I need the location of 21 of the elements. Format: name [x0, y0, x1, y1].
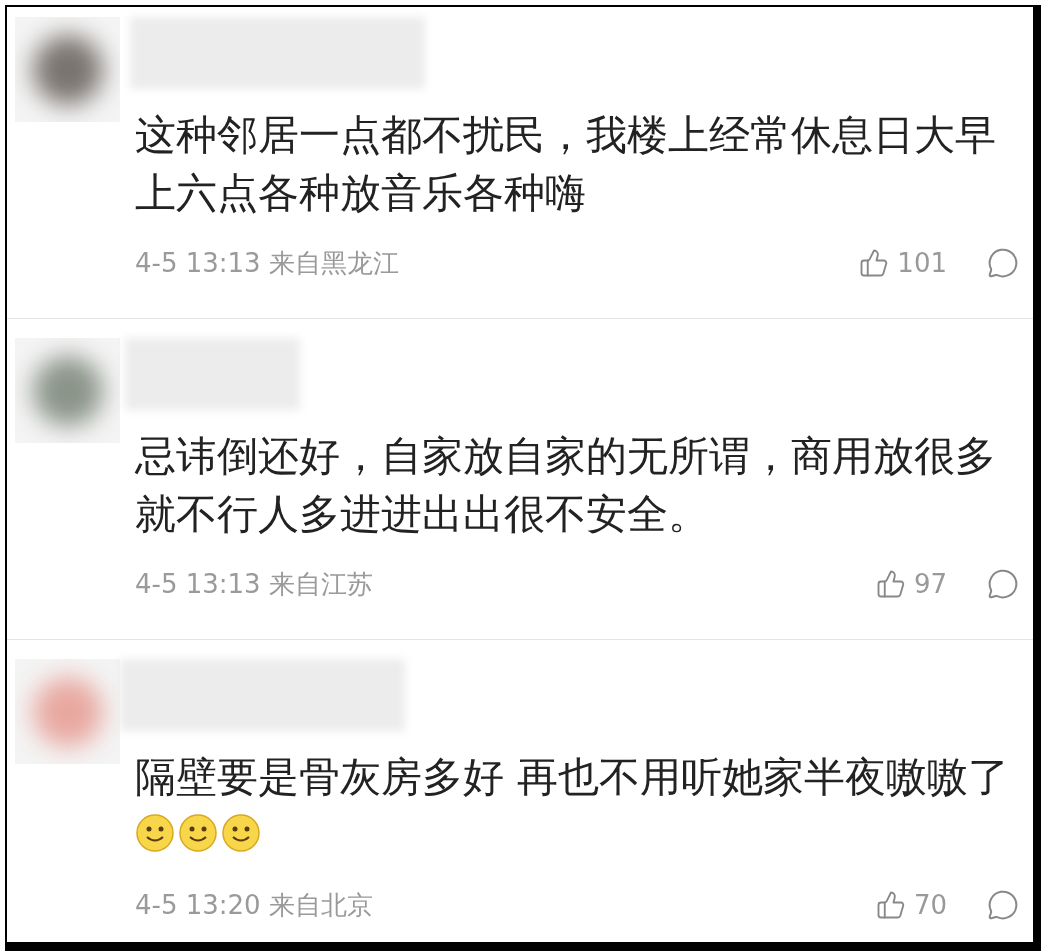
- smiley-icon: [178, 813, 218, 853]
- blurred-avatar[interactable]: [15, 338, 120, 443]
- comment-icon[interactable]: [987, 247, 1019, 279]
- comment-meta: 4-5 13:13 来自江苏: [135, 567, 374, 601]
- comment-icon[interactable]: [987, 568, 1019, 600]
- comment-text: 隔壁要是骨灰房多好 再也不用听她家半夜嗷嗷了: [135, 748, 1015, 864]
- smiley-icon: [135, 813, 175, 853]
- blurred-avatar[interactable]: [15, 659, 120, 764]
- comment-meta: 4-5 13:13 来自黑龙江: [135, 246, 400, 280]
- comment-text: 忌讳倒还好，自家放自家的无所谓，商用放很多就不行人多进进出出很不安全。: [135, 431, 997, 540]
- thumbs-up-icon[interactable]: [875, 569, 906, 599]
- comment-text: 这种邻居一点都不扰民，我楼上经常休息日大早上六点各种放音乐各种嗨: [135, 110, 997, 219]
- like-count: 70: [913, 890, 947, 920]
- thumbs-up-icon[interactable]: [875, 890, 906, 920]
- comment-meta: 4-5 13:20 来自北京: [135, 888, 374, 922]
- comment-icon[interactable]: [987, 889, 1019, 921]
- like-count: 97: [913, 569, 947, 599]
- blurred-avatar[interactable]: [15, 17, 120, 122]
- smiley-icon: [221, 813, 261, 853]
- like-count: 101: [897, 248, 947, 278]
- thumbs-up-icon[interactable]: [859, 248, 890, 278]
